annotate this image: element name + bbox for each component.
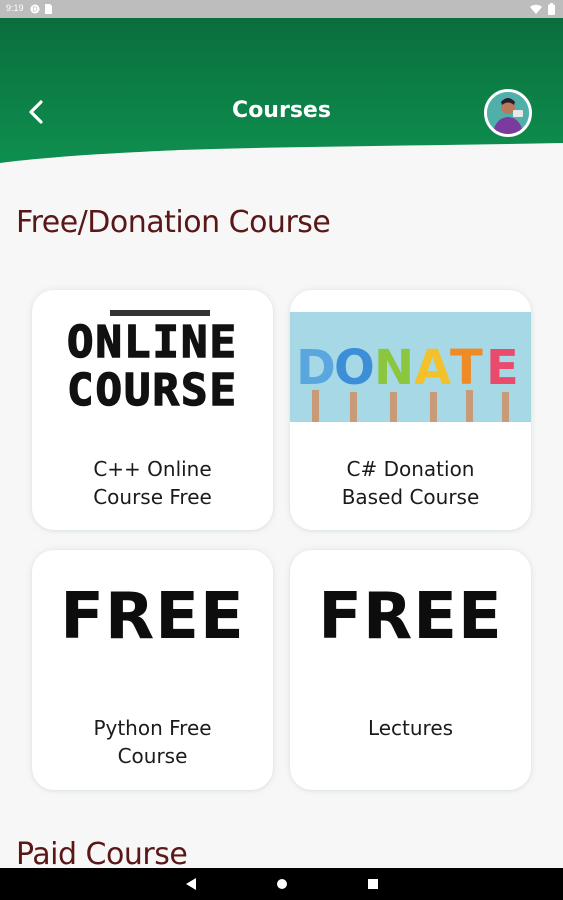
avatar[interactable] (484, 89, 532, 137)
course-title: C++ Online Course Free (93, 457, 212, 509)
donate-image: D O N A T E (290, 310, 531, 422)
system-nav-bar (0, 868, 563, 900)
course-title: C# Donation Based Course (341, 457, 480, 509)
svg-text:O: O (334, 340, 375, 396)
battery-icon (548, 3, 555, 15)
svg-text:T: T (450, 340, 483, 396)
svg-text:D: D (296, 340, 336, 396)
sim-icon (45, 4, 52, 14)
cloud-icon: D (30, 4, 40, 14)
course-card-csharp[interactable]: D O N A T E C# Donation Based Course (290, 290, 531, 530)
online-course-image: ONLINE COURSE (40, 310, 265, 422)
section-title-free: Free/Donation Course (16, 205, 331, 240)
app-header (0, 18, 563, 163)
svg-text:E: E (486, 340, 519, 396)
status-time: 9:19 (6, 3, 24, 13)
status-bar: 9:19 D (0, 0, 563, 18)
course-card-cpp[interactable]: ONLINE COURSE C++ Online Course Free (32, 290, 273, 530)
nav-recent-icon[interactable] (367, 877, 379, 891)
nav-back-icon[interactable] (185, 877, 197, 891)
section-title-paid: Paid Course (16, 837, 188, 872)
course-card-python[interactable]: FREE Python Free Course (32, 550, 273, 790)
nav-home-icon[interactable] (276, 877, 288, 891)
user-avatar-icon (487, 92, 529, 134)
page-title: Courses (232, 98, 331, 123)
course-title: Lectures (367, 716, 454, 740)
course-title: Python Free Course (93, 716, 212, 768)
svg-text:N: N (374, 340, 414, 396)
course-card-lectures[interactable]: FREE Lectures (290, 550, 531, 790)
svg-text:D: D (32, 6, 37, 14)
wifi-icon (530, 4, 542, 14)
free-image-text: FREE (60, 580, 245, 654)
svg-text:A: A (414, 340, 451, 396)
free-image-text: FREE (318, 580, 503, 654)
